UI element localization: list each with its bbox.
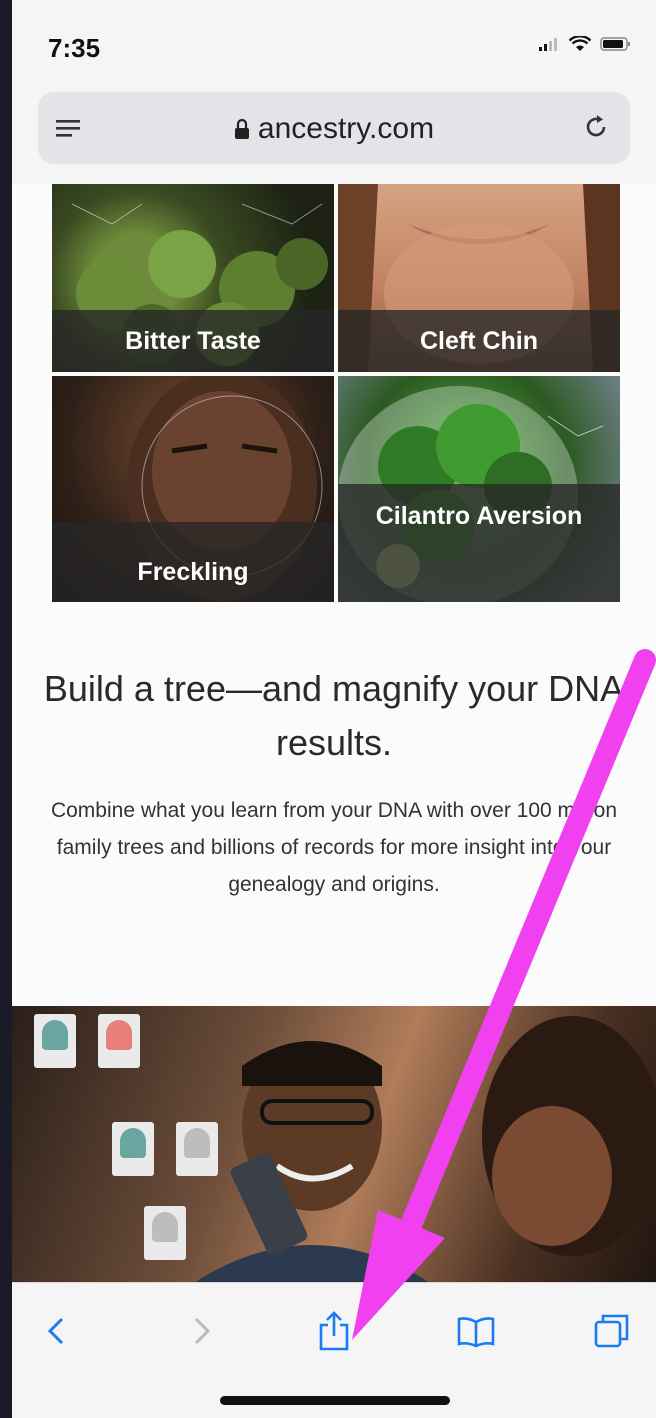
lock-icon xyxy=(234,114,250,148)
trait-grid: Bitter Taste Cleft Chin Freckling Cilant… xyxy=(52,184,620,602)
status-time: 7:35 xyxy=(48,33,101,63)
url-display[interactable]: ancestry.com xyxy=(38,112,630,148)
tree-node-card xyxy=(144,1206,186,1260)
forward-button[interactable] xyxy=(178,1309,226,1357)
address-bar[interactable]: ancestry.com xyxy=(38,92,630,164)
tree-node-card xyxy=(34,1014,76,1068)
trait-tile-cilantro-aversion[interactable]: Cilantro Aversion xyxy=(338,376,620,602)
trait-label: Cleft Chin xyxy=(338,310,620,372)
wifi-icon xyxy=(568,35,592,57)
battery-icon xyxy=(600,36,632,57)
trait-tile-freckling[interactable]: Freckling xyxy=(52,376,334,602)
forward-icon xyxy=(190,1316,214,1351)
status-icons xyxy=(538,35,632,57)
tree-node-card xyxy=(98,1014,140,1068)
bookmarks-button[interactable] xyxy=(452,1309,500,1357)
phone-screen: 7:35 ancestry.com Bitter Taste Cleft Chi… xyxy=(12,0,656,1418)
trait-tile-cleft-chin[interactable]: Cleft Chin xyxy=(338,184,620,372)
trait-label: Cilantro Aversion xyxy=(338,484,620,602)
reload-icon[interactable] xyxy=(582,112,612,142)
family-tree-photo xyxy=(12,1006,656,1284)
url-text: ancestry.com xyxy=(257,112,435,145)
home-indicator xyxy=(220,1396,450,1405)
bookmarks-icon xyxy=(456,1314,496,1353)
status-bar: 7:35 xyxy=(12,0,656,80)
section-headline: Build a tree—and magnify your DNA result… xyxy=(43,668,625,763)
trait-label: Freckling xyxy=(52,522,334,602)
web-content: Bitter Taste Cleft Chin Freckling Cilant… xyxy=(12,184,656,1284)
section-description: Combine what you learn from your DNA wit… xyxy=(50,799,618,896)
tabs-icon xyxy=(594,1313,630,1354)
trait-label: Bitter Taste xyxy=(52,310,334,372)
tabs-button[interactable] xyxy=(588,1309,636,1357)
share-button[interactable] xyxy=(310,1309,358,1357)
back-button[interactable] xyxy=(32,1309,80,1357)
share-icon xyxy=(318,1310,350,1356)
trait-tile-bitter-taste[interactable]: Bitter Taste xyxy=(52,184,334,372)
signal-icon xyxy=(538,36,560,57)
tree-node-card xyxy=(112,1122,154,1176)
back-icon xyxy=(44,1316,68,1351)
tree-node-card xyxy=(176,1122,218,1176)
